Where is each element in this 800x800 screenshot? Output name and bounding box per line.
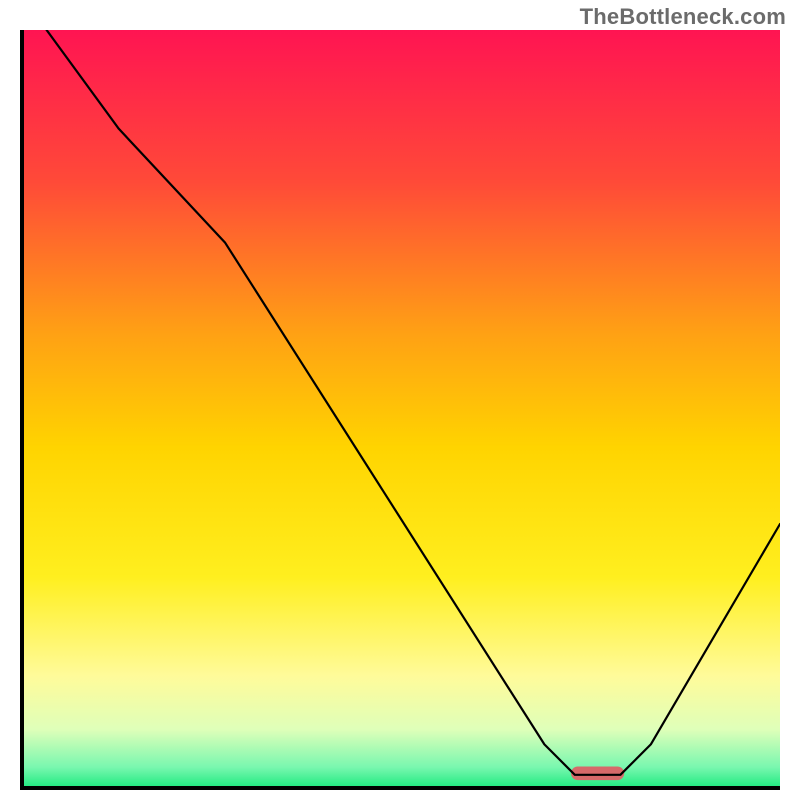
chart-plot-area: [20, 30, 780, 790]
watermark-text: TheBottleneck.com: [580, 4, 786, 30]
optimum-marker: [571, 766, 624, 780]
chart-svg: [20, 30, 780, 790]
